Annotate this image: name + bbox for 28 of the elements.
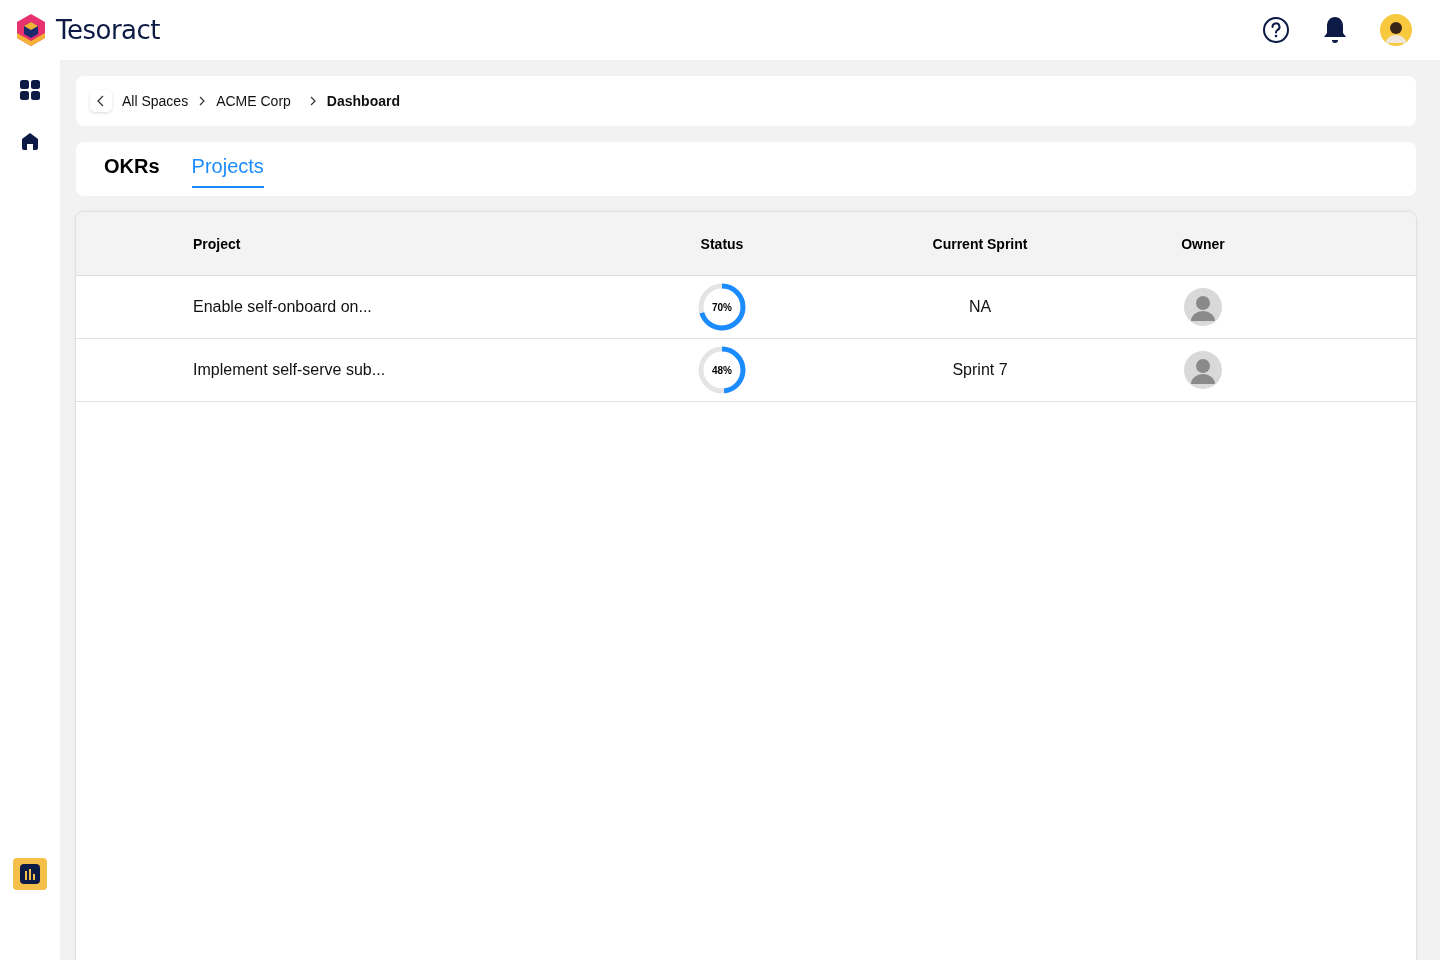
column-header: Owner xyxy=(1181,235,1225,252)
column-header: Project xyxy=(193,235,241,252)
breadcrumb-link[interactable]: Dashboard xyxy=(326,93,400,109)
table-cell: NA xyxy=(968,298,992,316)
progress-label: 70% xyxy=(711,300,733,315)
home-icon[interactable] xyxy=(21,132,39,150)
chevron-icon xyxy=(308,96,317,106)
progress-label: 48% xyxy=(711,363,733,378)
chevron-icon xyxy=(198,96,207,106)
bell-icon[interactable] xyxy=(1322,15,1348,45)
logo-icon xyxy=(16,13,46,47)
chart-icon[interactable] xyxy=(13,858,47,890)
tab[interactable]: OKRs xyxy=(104,155,160,188)
breadcrumb-link[interactable]: All Spaces xyxy=(122,93,189,109)
grid-icon[interactable] xyxy=(20,80,40,100)
avatar xyxy=(1184,288,1222,326)
help-icon[interactable] xyxy=(1262,16,1290,44)
table-cell: Enable self-onboard on... xyxy=(193,298,372,316)
table-cell: Sprint 7 xyxy=(952,361,1008,379)
table-cell: Implement self-serve sub... xyxy=(193,361,386,379)
column-header: Current Sprint xyxy=(932,235,1028,252)
avatar[interactable] xyxy=(1380,14,1412,46)
chevron-left-icon xyxy=(96,95,106,107)
breadcrumb-link[interactable]: ACME Corp xyxy=(216,93,291,109)
app-name: Tesoract xyxy=(56,15,161,45)
avatar xyxy=(1184,351,1222,389)
column-header: Status xyxy=(700,235,744,252)
back-button[interactable] xyxy=(90,90,112,112)
